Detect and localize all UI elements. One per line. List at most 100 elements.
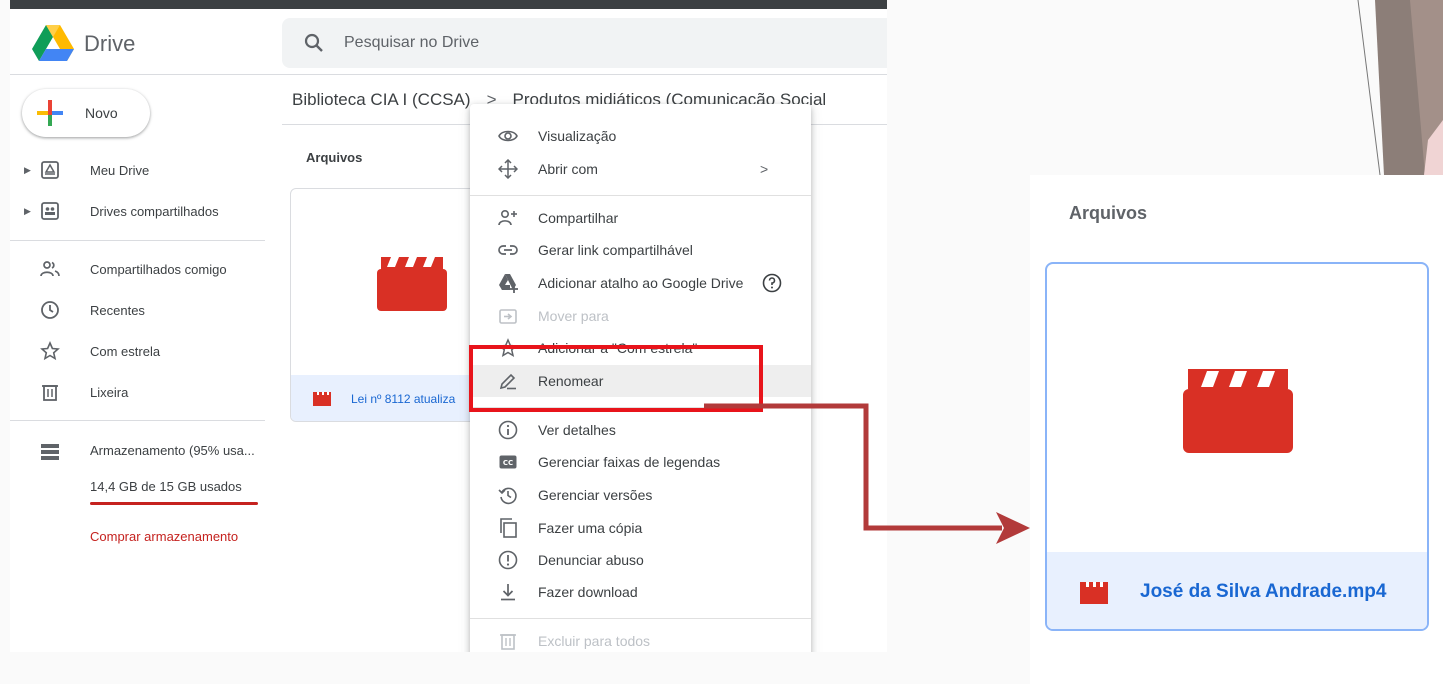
copy-icon [500, 518, 517, 538]
menu-item-captions[interactable]: CC Gerenciar faixas de legendas [470, 446, 811, 478]
menu-item-preview[interactable]: Visualização [470, 120, 811, 152]
sidebar-item-label: Meu Drive [90, 162, 150, 178]
menu-item-label: Mover para [538, 308, 609, 324]
menu-item-open-with[interactable]: Abrir com > [470, 153, 811, 185]
svg-text:CC: CC [503, 459, 513, 467]
storage-used-text: 14,4 GB de 15 GB usados [90, 479, 242, 494]
info-icon [498, 420, 518, 440]
menu-item-label: Abrir com [538, 161, 598, 177]
cc-icon: CC [499, 455, 517, 469]
shared-with-me-icon [40, 261, 60, 277]
slide-corner-decoration [1357, 0, 1443, 175]
window-top-bar [10, 0, 887, 9]
storage-progress-bar [90, 502, 258, 505]
video-file-icon [1183, 369, 1293, 453]
menu-item-label: Excluir para todos [538, 633, 651, 649]
drive-window: Drive Pesquisar no Drive Novo ▶ Meu Driv… [10, 0, 887, 652]
slide: Drive Pesquisar no Drive Novo ▶ Meu Driv… [0, 0, 1443, 684]
my-drive-icon [41, 161, 59, 179]
menu-item-label: Fazer download [538, 584, 638, 600]
search-bar[interactable]: Pesquisar no Drive [282, 18, 887, 68]
star-icon [40, 341, 60, 361]
menu-item-details[interactable]: Ver detalhes [470, 414, 811, 446]
shared-drives-icon [41, 202, 59, 220]
menu-item-versions[interactable]: Gerenciar versões [470, 479, 811, 511]
menu-separator [470, 195, 811, 196]
menu-item-label: Gerenciar versões [538, 487, 653, 503]
zoomed-file-panel: Arquivos José da Silva Andrade.mp4 [1030, 175, 1443, 684]
menu-item-label: Ver detalhes [538, 422, 616, 438]
breadcrumb-parent[interactable]: Biblioteca CIA I (CCSA) [292, 90, 471, 110]
menu-item-add-shortcut[interactable]: Adicionar atalho ao Google Drive [470, 267, 811, 299]
video-file-icon [377, 257, 447, 311]
chevron-right-icon: > [760, 161, 769, 177]
trash-icon [42, 385, 58, 401]
plus-icon [37, 100, 63, 126]
drive-logo-icon [32, 25, 74, 61]
link-icon [498, 245, 518, 255]
sidebar-item-label: Lixeira [90, 384, 129, 400]
sidebar-item-recent[interactable]: Recentes [10, 294, 270, 326]
clock-icon [41, 301, 59, 319]
file-card-selected[interactable]: José da Silva Andrade.mp4 [1045, 262, 1429, 631]
menu-separator [470, 618, 811, 619]
highlight-box [469, 345, 763, 412]
sidebar-divider [10, 240, 265, 241]
menu-item-label: Gerar link compartilhável [538, 242, 693, 258]
sidebar-divider [10, 420, 265, 421]
video-type-icon [1080, 582, 1108, 604]
menu-item-download[interactable]: Fazer download [470, 576, 811, 608]
header-divider [10, 74, 887, 75]
menu-item-report-abuse[interactable]: Denunciar abuso [470, 544, 811, 576]
menu-item-label: Visualização [538, 128, 617, 144]
download-icon [501, 584, 515, 601]
eye-icon [498, 130, 518, 142]
files-section-label: Arquivos [306, 150, 363, 165]
move-to-icon [499, 309, 517, 324]
file-card-footer: Lei nº 8112 atualiza [291, 375, 489, 421]
help-icon[interactable] [762, 273, 782, 293]
new-button[interactable]: Novo [22, 89, 150, 137]
expand-caret-icon[interactable]: ▶ [24, 206, 31, 217]
drive-logo[interactable]: Drive [32, 25, 135, 62]
sidebar-item-my-drive[interactable]: ▶ Meu Drive [10, 154, 270, 186]
sidebar-item-shared-drives[interactable]: ▶ Drives compartilhados [10, 195, 270, 227]
sidebar-item-label: Drives compartilhados [90, 203, 219, 219]
menu-item-copy[interactable]: Fazer uma cópia [470, 512, 811, 544]
trash-icon [500, 634, 516, 650]
file-card-footer: José da Silva Andrade.mp4 [1047, 552, 1427, 629]
add-person-icon [498, 209, 517, 226]
history-icon [498, 487, 517, 505]
menu-item-label: Gerenciar faixas de legendas [538, 454, 721, 470]
menu-item-delete-for-all[interactable]: Excluir para todos [470, 625, 811, 652]
menu-item-move-to[interactable]: Mover para [470, 300, 811, 332]
menu-item-label: Fazer uma cópia [538, 520, 643, 536]
drive-shortcut-icon [499, 274, 518, 293]
buy-storage-link[interactable]: Comprar armazenamento [90, 529, 238, 544]
storage-icon [41, 444, 59, 460]
sidebar-item-trash[interactable]: Lixeira [10, 376, 270, 408]
search-input[interactable]: Pesquisar no Drive [344, 34, 479, 52]
video-type-icon [313, 392, 331, 406]
sidebar-item-shared-with-me[interactable]: Compartilhados comigo [10, 253, 270, 285]
menu-item-label: Denunciar abuso [538, 552, 644, 568]
new-button-label: Novo [85, 105, 118, 121]
file-name: José da Silva Andrade.mp4 [1140, 581, 1387, 602]
sidebar-item-label: Recentes [90, 302, 145, 318]
file-name: Lei nº 8112 atualiza [351, 392, 456, 406]
app-name: Drive [84, 30, 136, 56]
files-section-label: Arquivos [1069, 203, 1148, 223]
menu-item-label: Adicionar atalho ao Google Drive [538, 275, 744, 291]
expand-caret-icon[interactable]: ▶ [24, 165, 31, 176]
menu-item-label: Compartilhar [538, 210, 619, 226]
alert-icon [498, 550, 518, 570]
storage-title: Armazenamento (95% usa... [90, 443, 255, 458]
menu-item-get-link[interactable]: Gerar link compartilhável [470, 234, 811, 266]
sidebar-item-label: Compartilhados comigo [90, 261, 227, 277]
file-card[interactable]: Lei nº 8112 atualiza [290, 188, 490, 422]
search-icon[interactable] [304, 33, 324, 53]
sidebar-item-starred[interactable]: Com estrela [10, 335, 270, 367]
move-icon [498, 159, 518, 179]
menu-item-share[interactable]: Compartilhar [470, 202, 811, 234]
sidebar-item-label: Com estrela [90, 343, 161, 359]
